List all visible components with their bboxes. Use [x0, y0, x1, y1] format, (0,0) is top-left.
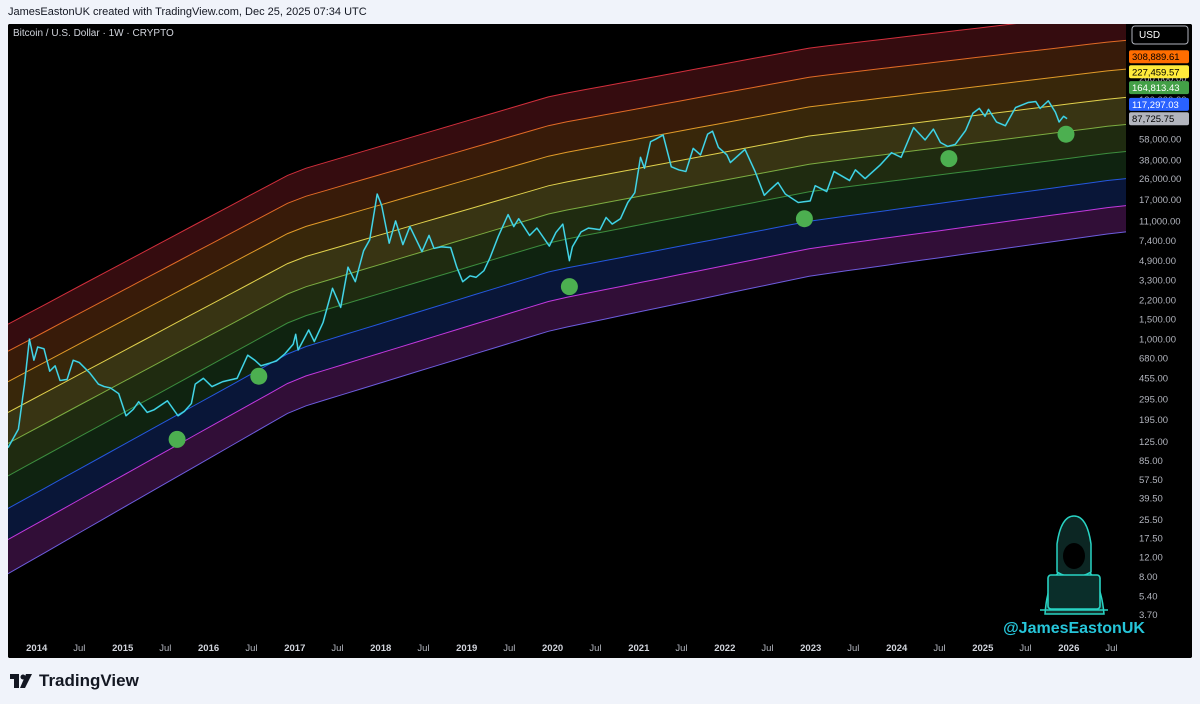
x-tick-label: Jul — [589, 643, 601, 654]
x-tick-label: Jul — [159, 643, 171, 654]
price-label-text: 87,725.75 — [1132, 114, 1174, 125]
x-tick-label: 2023 — [800, 643, 821, 654]
attribution-bar: JamesEastonUK created with TradingView.c… — [0, 0, 1200, 24]
x-tick-label: Jul — [1019, 643, 1031, 654]
y-tick-label: 295.00 — [1139, 395, 1168, 406]
x-tick-label: 2016 — [198, 643, 219, 654]
chart-panel[interactable]: Bitcoin / U.S. Dollar · 1W · CRYPTO 3.70… — [8, 24, 1192, 658]
price-label-text: 308,889.61 — [1132, 52, 1180, 63]
y-tick-label: 25.50 — [1139, 515, 1163, 526]
y-tick-label: 57.50 — [1139, 475, 1163, 486]
x-tick-label: 2018 — [370, 643, 391, 654]
x-tick-label: Jul — [245, 643, 257, 654]
y-tick-label: 58,000.00 — [1139, 135, 1181, 146]
y-tick-label: 680.00 — [1139, 354, 1168, 365]
footer-bar: TradingView — [0, 662, 1200, 704]
cycle-bottom-marker — [168, 430, 186, 448]
y-tick-label: 85.00 — [1139, 456, 1163, 467]
x-tick-label: 2014 — [26, 643, 48, 654]
x-tick-label: Jul — [933, 643, 945, 654]
y-tick-label: 4,900.00 — [1139, 256, 1176, 267]
currency-button[interactable]: USD — [1131, 25, 1189, 45]
y-tick-label: 39.50 — [1139, 494, 1163, 505]
y-tick-label: 26,000.00 — [1139, 174, 1181, 185]
x-tick-label: 2022 — [714, 643, 735, 654]
y-tick-label: 455.00 — [1139, 373, 1168, 384]
cycle-bottom-marker — [940, 150, 958, 168]
x-tick-label: 2026 — [1058, 643, 1079, 654]
x-tick-label: Jul — [675, 643, 687, 654]
x-tick-label: Jul — [417, 643, 429, 654]
currency-label: USD — [1139, 30, 1160, 41]
watermark-handle: @JamesEastonUK — [1003, 620, 1145, 637]
y-tick-label: 7,400.00 — [1139, 236, 1176, 247]
x-tick-label: Jul — [503, 643, 515, 654]
price-label-text: 227,459.57 — [1132, 67, 1180, 78]
y-tick-label: 1,000.00 — [1139, 335, 1176, 346]
price-labels: 308,889.61 227,459.57 164,813.43 117,297.03… — [1129, 50, 1189, 126]
y-tick-label: 17,000.00 — [1139, 195, 1181, 206]
y-tick-label: 195.00 — [1139, 415, 1168, 426]
y-tick-label: 1,500.00 — [1139, 315, 1176, 326]
brand-name: TradingView — [39, 671, 139, 690]
tradingview-logo[interactable]: TradingView — [10, 671, 139, 691]
y-tick-label: 3,300.00 — [1139, 276, 1176, 287]
attribution-text: JamesEastonUK created with TradingView.c… — [8, 6, 367, 18]
y-tick-label: 11,000.00 — [1139, 216, 1181, 227]
y-tick-label: 8.00 — [1139, 572, 1158, 583]
x-tick-label: 2017 — [284, 643, 305, 654]
y-tick-label: 12.00 — [1139, 552, 1163, 563]
cycle-bottom-marker — [795, 210, 813, 228]
x-tick-label: Jul — [1105, 643, 1117, 654]
y-tick-label: 125.00 — [1139, 437, 1168, 448]
x-tick-label: Jul — [847, 643, 859, 654]
tradingview-icon — [10, 674, 32, 688]
cycle-bottom-marker — [560, 278, 578, 296]
x-tick-label: 2021 — [628, 643, 650, 654]
x-tick-label: 2019 — [456, 643, 477, 654]
price-label-text: 164,813.43 — [1132, 83, 1180, 94]
x-tick-label: 2024 — [886, 643, 908, 654]
y-tick-label: 38,000.00 — [1139, 155, 1181, 166]
cycle-bottom-marker — [250, 367, 268, 385]
x-tick-label: Jul — [73, 643, 85, 654]
x-tick-label: 2020 — [542, 643, 563, 654]
x-tick-label: 2015 — [112, 643, 134, 654]
x-tick-label: Jul — [331, 643, 343, 654]
x-tick-label: 2025 — [972, 643, 994, 654]
symbol-title: Bitcoin / U.S. Dollar · 1W · CRYPTO — [13, 28, 174, 39]
cycle-bottom-marker — [1057, 125, 1075, 143]
rainbow-chart[interactable]: Bitcoin / U.S. Dollar · 1W · CRYPTO 3.70… — [8, 24, 1192, 658]
y-tick-label: 17.50 — [1139, 534, 1163, 545]
price-label-text: 117,297.03 — [1132, 100, 1179, 111]
y-tick-label: 2,200.00 — [1139, 296, 1176, 307]
x-tick-label: Jul — [761, 643, 773, 654]
y-tick-label: 5.40 — [1139, 592, 1158, 603]
